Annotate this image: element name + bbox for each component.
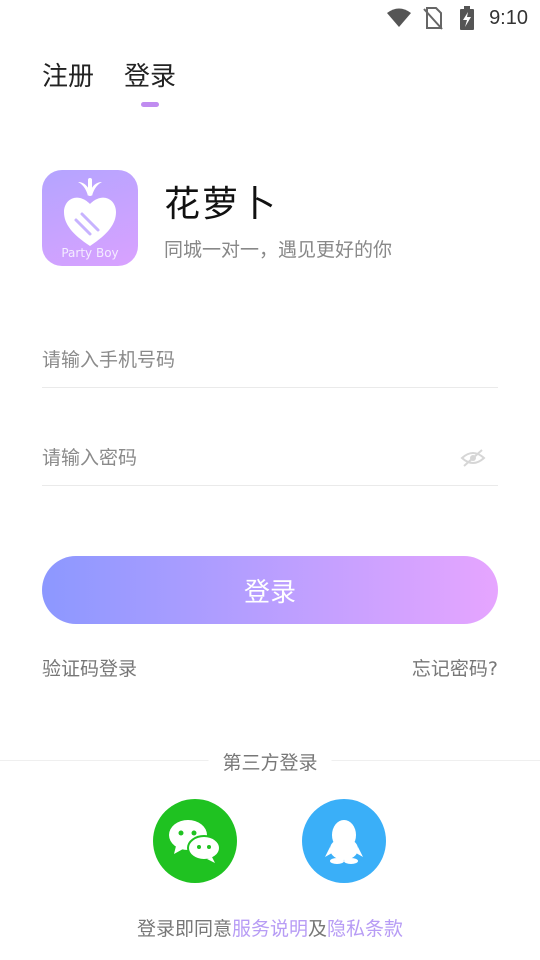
app-logo: Party Boy bbox=[42, 170, 138, 266]
qq-icon bbox=[325, 820, 363, 864]
password-input[interactable] bbox=[42, 446, 498, 469]
forgot-password-link[interactable]: 忘记密码? bbox=[412, 654, 498, 681]
login-options: 验证码登录 忘记密码? bbox=[42, 654, 498, 681]
logo-text: Party Boy bbox=[61, 246, 119, 260]
app-slogan: 同城一对一，遇见更好的你 bbox=[164, 238, 393, 261]
agreement-text: 登录即同意服务说明及隐私条款 bbox=[0, 914, 540, 941]
wifi-icon bbox=[387, 6, 412, 30]
wechat-login-button[interactable] bbox=[153, 799, 237, 883]
status-time: 9:10 bbox=[489, 6, 528, 29]
third-party-label: 第三方登录 bbox=[208, 748, 332, 775]
app-name: 花萝卜 bbox=[164, 183, 279, 225]
battery-charging-icon bbox=[455, 6, 479, 30]
terms-link[interactable]: 服务说明 bbox=[232, 918, 308, 940]
tab-login[interactable]: 登录 bbox=[124, 56, 176, 107]
privacy-link[interactable]: 隐私条款 bbox=[327, 918, 403, 940]
tab-register[interactable]: 注册 bbox=[42, 56, 94, 107]
status-bar: 9:10 bbox=[0, 0, 540, 36]
auth-tabs: 注册 登录 bbox=[42, 56, 176, 107]
brand-header: Party Boy 花萝卜 同城一对一，遇见更好的你 bbox=[42, 170, 392, 266]
no-sim-icon bbox=[421, 6, 445, 30]
brand-text: 花萝卜 同城一对一，遇见更好的你 bbox=[164, 175, 392, 262]
phone-input[interactable] bbox=[42, 348, 498, 371]
sms-login-link[interactable]: 验证码登录 bbox=[42, 654, 137, 681]
qq-login-button[interactable] bbox=[302, 799, 386, 883]
phone-field bbox=[42, 332, 498, 388]
agreement-and: 及 bbox=[308, 918, 328, 940]
eye-off-icon[interactable] bbox=[460, 448, 486, 472]
agreement-prefix: 登录即同意 bbox=[136, 918, 232, 940]
password-field bbox=[42, 430, 498, 486]
login-button[interactable]: 登录 bbox=[42, 556, 498, 624]
wechat-icon bbox=[169, 820, 221, 863]
